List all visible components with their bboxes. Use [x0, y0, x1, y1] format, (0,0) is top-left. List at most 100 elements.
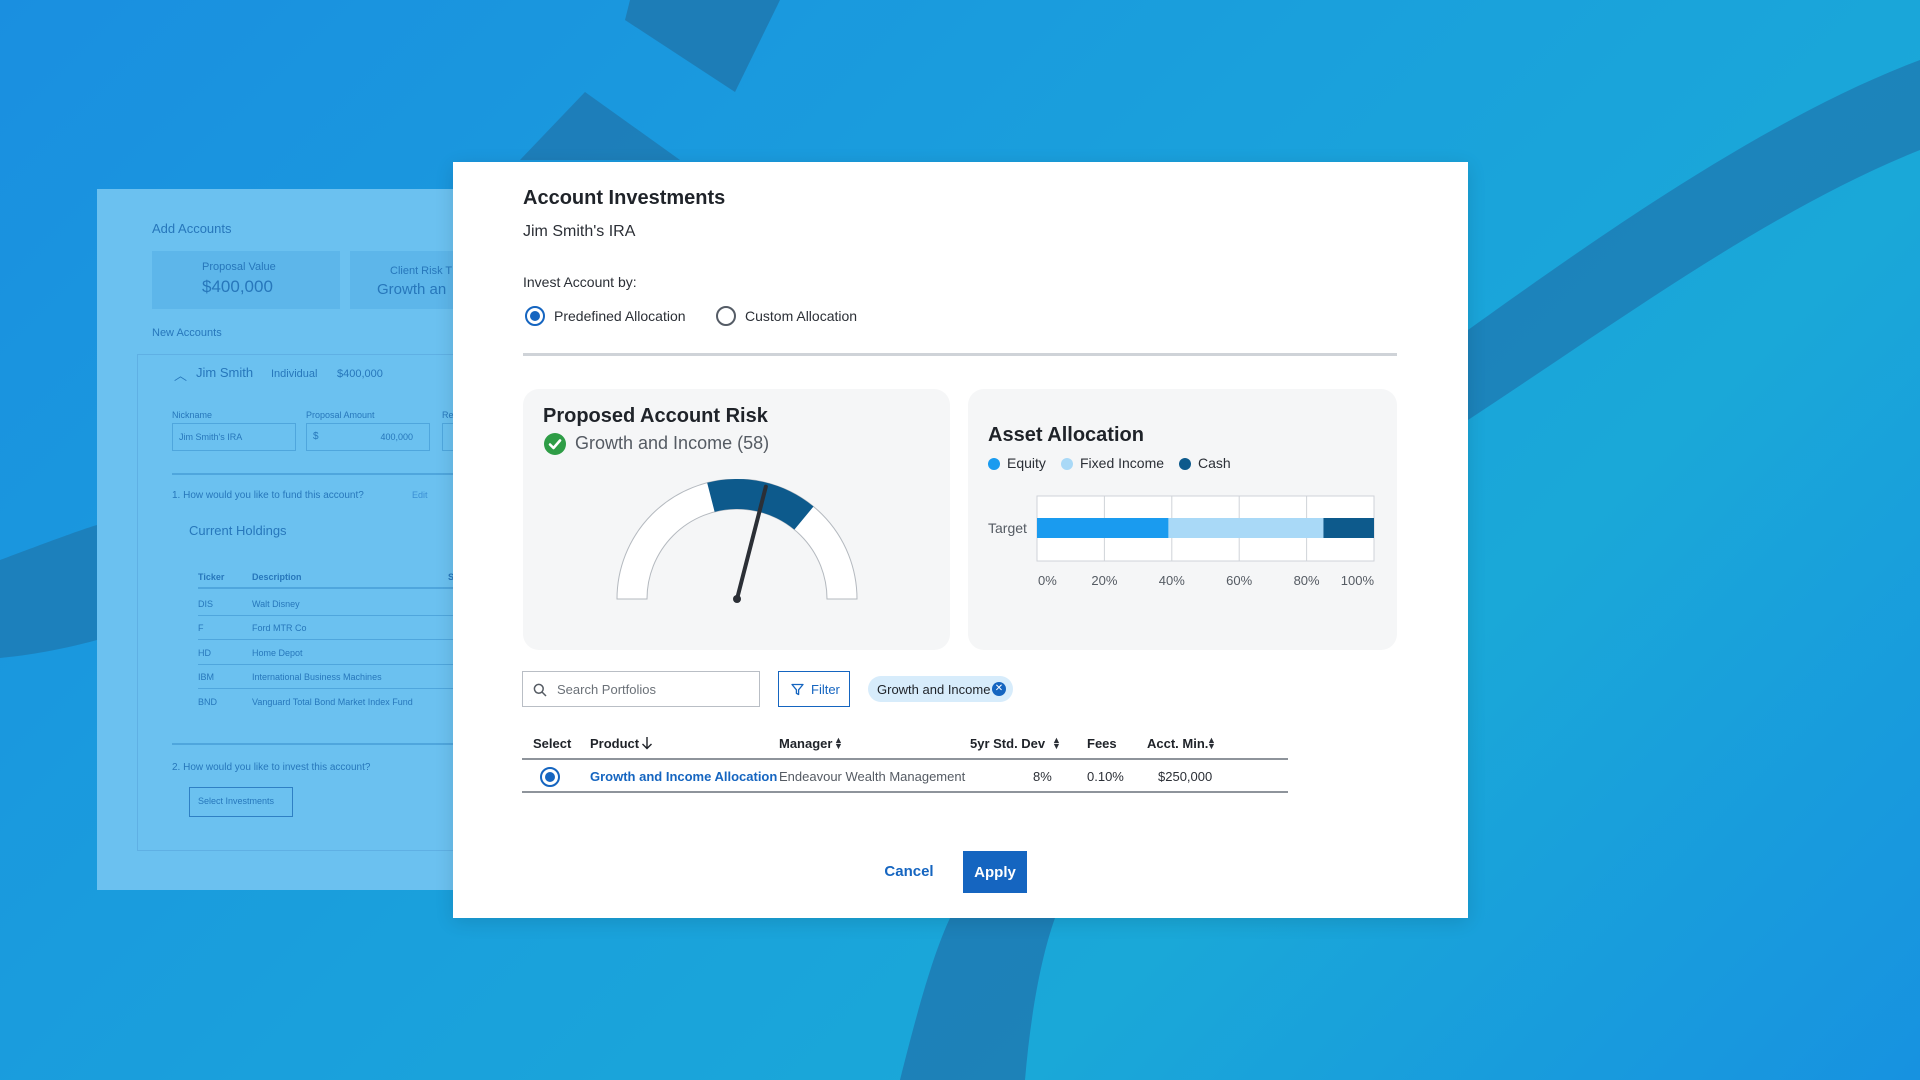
filter-label: Filter: [811, 682, 840, 697]
acct-min-cell: $250,000: [1158, 769, 1213, 784]
x-tick-label: 80%: [1294, 573, 1320, 588]
holding-description: Home Depot: [252, 648, 303, 658]
invest-question: 2. How would you like to invest this acc…: [172, 762, 371, 773]
chevron-up-icon[interactable]: ︿: [174, 365, 187, 384]
account-type: Individual: [271, 368, 318, 380]
std-dev-column-header[interactable]: 5yr Std. Dev: [970, 736, 1045, 751]
nickname-label: Nickname: [172, 410, 213, 420]
x-tick-label: 60%: [1226, 573, 1252, 588]
fees-column-header: Fees: [1087, 736, 1117, 751]
holdings-header-line: [198, 587, 477, 589]
risk-value: Growth and Income (58): [575, 433, 770, 453]
holding-description: Ford MTR Co: [252, 623, 307, 633]
product-link[interactable]: Growth and Income Allocation: [590, 769, 777, 784]
custom-allocation-label[interactable]: Custom Allocation: [745, 308, 857, 324]
holding-ticker: BND: [198, 697, 218, 707]
fees-cell: 0.10%: [1087, 769, 1124, 784]
account-name: Jim Smith: [196, 365, 254, 380]
filter-button[interactable]: Filter: [778, 671, 850, 707]
invest-by-label: Invest Account by:: [523, 274, 637, 290]
nickname-value: Jim Smith's IRA: [179, 432, 243, 442]
acct-min-column-header[interactable]: Acct. Min.: [1147, 736, 1208, 751]
arrow-down-icon[interactable]: [641, 736, 653, 750]
client-risk-value: Growth an: [377, 281, 447, 298]
cancel-button[interactable]: Cancel: [877, 851, 941, 891]
proposed-risk-card: Proposed Account Risk Growth and Income …: [523, 389, 950, 650]
select-investments-label: Select Investments: [198, 796, 275, 806]
row-select-radio[interactable]: [540, 767, 560, 787]
predefined-allocation-label[interactable]: Predefined Allocation: [554, 308, 686, 324]
product-column-header[interactable]: Product: [590, 736, 639, 751]
sort-icon[interactable]: ▲ ▼: [1052, 736, 1061, 751]
select-column-header: Select: [533, 736, 572, 751]
account-amount: $400,000: [337, 368, 383, 380]
allocation-bar-equity: [1037, 518, 1169, 538]
holding-ticker: HD: [198, 648, 211, 658]
apply-button[interactable]: Apply: [963, 851, 1027, 893]
proposal-amount-label: Proposal Amount: [306, 410, 375, 420]
close-icon[interactable]: ✕: [992, 682, 1006, 696]
third-column-label: Re: [442, 410, 454, 420]
holding-ticker: DIS: [198, 599, 214, 609]
holding-description: Walt Disney: [252, 599, 300, 609]
x-tick-label: 20%: [1091, 573, 1117, 588]
filter-icon: [791, 683, 804, 696]
sort-icon[interactable]: ▲ ▼: [1207, 736, 1216, 751]
proposal-value: $400,000: [202, 277, 273, 296]
current-holdings-title: Current Holdings: [189, 523, 287, 538]
description-header[interactable]: Description: [252, 572, 302, 582]
x-tick-label: 0%: [1038, 573, 1057, 588]
std-dev-cell: 8%: [1033, 769, 1052, 784]
allocation-bar-cash: [1323, 518, 1374, 538]
filter-chip-label: Growth and Income: [877, 682, 991, 697]
target-row-label: Target: [988, 520, 1027, 536]
select-investments-button[interactable]: Select Investments: [189, 787, 293, 817]
proposal-amount-field[interactable]: $ 400,000: [306, 423, 430, 451]
fund-question: 1. How would you like to fund this accou…: [172, 490, 364, 501]
add-accounts-title: Add Accounts: [152, 221, 232, 236]
filter-chip[interactable]: Growth and Income ✕: [868, 676, 1013, 702]
predefined-allocation-radio[interactable]: [525, 306, 545, 326]
add-accounts-panel: Add Accounts Proposal Value $400,000 Cli…: [97, 189, 477, 890]
row-divider: [198, 615, 477, 616]
account-investments-modal: Account Investments Jim Smith's IRA Inve…: [453, 162, 1468, 918]
allocation-chart: 0% 20% 40% 60% 80% 100% Target: [988, 495, 1375, 588]
modal-title: Account Investments: [523, 187, 726, 209]
holding-description: International Business Machines: [252, 672, 382, 682]
account-card: ︿ Jim Smith Individual $400,000 Nickname…: [137, 354, 477, 851]
manager-column-header[interactable]: Manager: [779, 736, 832, 751]
proposal-value-card: Proposal Value $400,000: [152, 251, 340, 309]
table-bottom-line: [522, 791, 1288, 793]
section-divider: [523, 353, 1397, 356]
row-divider: [198, 688, 477, 689]
divider: [172, 743, 477, 745]
holding-description: Vanguard Total Bond Market Index Fund: [252, 697, 413, 707]
x-tick-label: 100%: [1341, 573, 1375, 588]
risk-title: Proposed Account Risk: [543, 405, 768, 427]
edit-link[interactable]: Edit: [412, 490, 428, 500]
proposal-amount-value: 400,000: [380, 432, 413, 442]
currency-symbol: $: [313, 431, 319, 442]
modal-subtitle: Jim Smith's IRA: [523, 223, 636, 240]
row-divider: [198, 639, 477, 640]
sort-icon[interactable]: ▲ ▼: [834, 736, 843, 751]
custom-allocation-radio[interactable]: [716, 306, 736, 326]
row-divider: [198, 664, 477, 665]
allocation-bar-fixed-income: [1168, 518, 1324, 538]
proposal-value-label: Proposal Value: [202, 261, 276, 273]
holding-ticker: F: [198, 623, 204, 633]
nickname-field[interactable]: Jim Smith's IRA: [172, 423, 296, 451]
x-tick-label: 40%: [1159, 573, 1185, 588]
manager-cell: Endeavour Wealth Management: [779, 769, 966, 784]
search-input[interactable]: [557, 672, 753, 706]
search-icon: [533, 683, 547, 697]
search-box[interactable]: [522, 671, 760, 707]
asset-allocation-card: Asset Allocation Equity Fixed Income Cas…: [968, 389, 1397, 650]
check-circle-icon: [544, 433, 566, 455]
risk-gauge: [616, 479, 858, 603]
ticker-header[interactable]: Ticker: [198, 572, 224, 582]
divider: [172, 473, 477, 475]
client-risk-label: Client Risk T: [390, 265, 453, 277]
holding-ticker: IBM: [198, 672, 215, 682]
new-accounts-label: New Accounts: [152, 327, 222, 339]
